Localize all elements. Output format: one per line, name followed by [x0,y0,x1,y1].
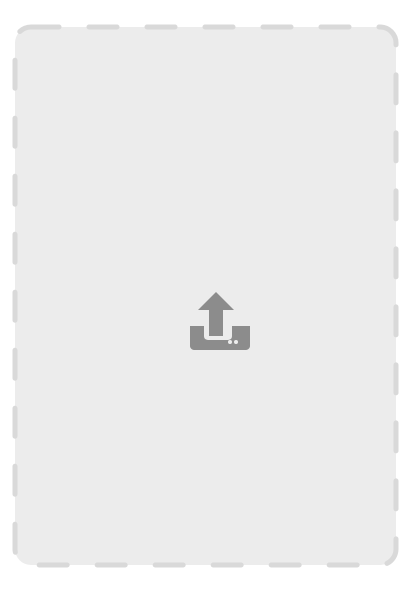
upload-page [0,0,407,600]
upload-dropzone[interactable] [12,24,399,568]
upload-icon [190,292,250,350]
